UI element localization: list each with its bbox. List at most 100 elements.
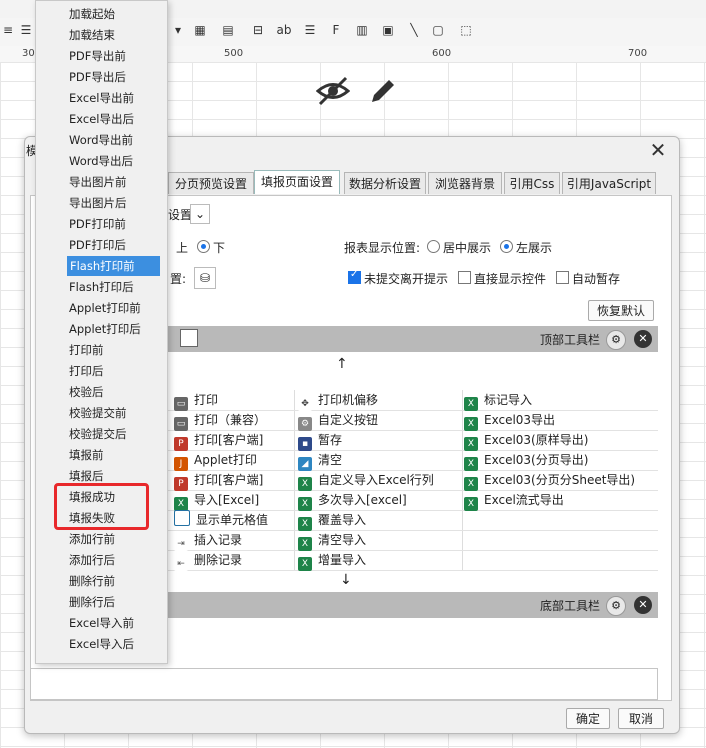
btn-excel03-export[interactable]: X Excel03导出 xyxy=(464,410,555,431)
menu-item[interactable]: 导出图片后 xyxy=(35,193,158,213)
formula-icon[interactable]: F xyxy=(328,22,344,38)
btn-multi-import[interactable]: X 多次导入[excel] xyxy=(298,490,407,511)
format-icon[interactable]: ▦ xyxy=(192,22,208,38)
btn-custom-import-excel[interactable]: X 自定义导入Excel行列 xyxy=(298,470,434,491)
close-circle-icon[interactable]: ✕ xyxy=(634,330,652,348)
btn-overwrite-import[interactable]: X 覆盖导入 xyxy=(298,510,367,531)
menu-item[interactable]: Word导出后 xyxy=(35,151,158,171)
bar-chart-icon[interactable]: ▥ xyxy=(354,22,370,38)
border-icon[interactable]: ⬚ xyxy=(458,22,474,38)
tab-data-analysis[interactable]: 数据分析设置 xyxy=(344,172,426,194)
btn-print[interactable]: ▭ 打印 xyxy=(174,390,218,411)
menu-item[interactable]: 添加行前 xyxy=(35,529,158,549)
menu-item[interactable]: Excel导入后 xyxy=(35,634,158,654)
menu-item[interactable]: 校验后 xyxy=(35,382,158,402)
menu-item[interactable]: 校验提交前 xyxy=(35,403,158,423)
menu-item[interactable]: PDF打印前 xyxy=(35,214,158,234)
btn-delete-record[interactable]: ⇤ 删除记录 xyxy=(174,550,242,571)
cancel-button[interactable]: 取消 xyxy=(618,708,664,729)
btn-excel03-original[interactable]: X Excel03(原样导出) xyxy=(464,430,588,451)
btn-label: 覆盖导入 xyxy=(318,513,367,527)
btn-print-client[interactable]: P 打印[客户端] xyxy=(174,430,263,451)
btn-print-client-2[interactable]: P 打印[客户端] xyxy=(174,470,263,491)
btn-insert-record[interactable]: ⇥ 插入记录 xyxy=(174,530,242,551)
close-circle-icon[interactable]: ✕ xyxy=(634,596,652,614)
btn-import-excel[interactable]: X 导入[Excel] xyxy=(174,490,259,511)
btn-label: 显示单元格值 xyxy=(196,513,269,527)
tab-javascript[interactable]: 引用JavaScript xyxy=(562,172,656,194)
toolbar-preview-icon[interactable] xyxy=(180,329,198,347)
btn-temp-save[interactable]: ▪ 暂存 xyxy=(298,430,343,451)
paint-bucket-icon[interactable]: ⛁ xyxy=(194,267,216,289)
menu-item[interactable]: 填报前 xyxy=(35,445,158,465)
menu-item[interactable]: PDF导出后 xyxy=(35,67,158,87)
menu-item[interactable]: 添加行后 xyxy=(35,550,158,570)
btn-printer-offset[interactable]: ✥ 打印机偏移 xyxy=(298,390,378,411)
paragraph-icon[interactable]: ☰ xyxy=(302,22,318,38)
btn-custom[interactable]: ⚙ 自定义按钮 xyxy=(298,410,378,431)
menu-item[interactable]: Excel导出后 xyxy=(35,109,158,129)
menu-item[interactable]: 加载起始 xyxy=(35,4,158,24)
align-icon[interactable]: ≡ xyxy=(0,22,16,38)
image-icon[interactable]: ▣ xyxy=(380,22,396,38)
window-icon[interactable]: ▢ xyxy=(430,22,446,38)
position-down-radio[interactable] xyxy=(197,240,210,254)
btn-applet-print[interactable]: J Applet打印 xyxy=(174,450,257,471)
dropdown-arrow-icon[interactable]: ▾ xyxy=(170,22,186,38)
menu-item[interactable]: Applet打印前 xyxy=(35,298,158,318)
menu-item[interactable]: Excel导出前 xyxy=(35,88,158,108)
tab-fill-page[interactable]: 填报页面设置 xyxy=(254,170,340,194)
table-icon[interactable]: ▤ xyxy=(220,22,236,38)
menu-item[interactable]: PDF打印后 xyxy=(35,235,158,255)
close-icon[interactable]: ✕ xyxy=(648,140,668,160)
btn-clear[interactable]: ◢ 清空 xyxy=(298,450,343,471)
chevron-down-icon[interactable]: ⌄ xyxy=(190,204,210,224)
direct-show-checkbox[interactable] xyxy=(458,271,471,285)
tab-pagination-preview[interactable]: 分页预览设置 xyxy=(168,172,254,194)
menu-item[interactable]: 加载结束 xyxy=(35,25,158,45)
btn-print-compat[interactable]: ▭ 打印（兼容） xyxy=(174,410,266,431)
menu-item[interactable]: 打印前 xyxy=(35,340,158,360)
menu-item[interactable]: 打印后 xyxy=(35,361,158,381)
btn-label: 暂存 xyxy=(318,433,343,447)
menu-item[interactable]: 导出图片前 xyxy=(35,172,158,192)
btn-excel03-paged[interactable]: X Excel03(分页导出) xyxy=(464,450,588,471)
move-up-arrow-icon[interactable]: ↑ xyxy=(336,356,348,372)
menu-item[interactable]: Word导出前 xyxy=(35,130,158,150)
btn-mark-import[interactable]: X 标记导入 xyxy=(464,390,532,411)
text-ab-icon[interactable]: ab xyxy=(276,22,292,38)
btn-show-cell-value[interactable]: 显示单元格值 xyxy=(174,510,268,530)
btn-excel03-paged-sheet[interactable]: X Excel03(分页分Sheet导出) xyxy=(464,470,635,491)
menu-item[interactable]: 校验提交后 xyxy=(35,424,158,444)
move-down-arrow-icon[interactable]: ↓ xyxy=(340,572,352,588)
btn-incremental-import[interactable]: X 增量导入 xyxy=(298,550,366,571)
menu-item[interactable]: 删除行后 xyxy=(35,592,158,612)
menu-item[interactable]: Flash打印后 xyxy=(35,277,158,297)
excel-icon: X xyxy=(464,417,478,431)
pencil-icon[interactable] xyxy=(368,76,398,114)
setting-combo-label: 设置 xyxy=(168,208,193,222)
unsubmitted-prompt-checkbox[interactable] xyxy=(348,269,361,285)
tab-browser-background[interactable]: 浏览器背景 xyxy=(428,172,502,194)
btn-clear-import[interactable]: X 清空导入 xyxy=(298,530,366,551)
menu-item[interactable]: Applet打印后 xyxy=(35,319,158,339)
menu-item[interactable]: Excel导入前 xyxy=(35,613,158,633)
menu-item[interactable]: Flash打印前 xyxy=(67,256,160,276)
link-icon[interactable]: ⊟ xyxy=(250,22,266,38)
menu-item[interactable]: PDF导出前 xyxy=(35,46,158,66)
restore-default-button[interactable]: 恢复默认 xyxy=(588,300,654,321)
left-show-radio[interactable] xyxy=(500,240,513,254)
auto-save-checkbox[interactable] xyxy=(556,271,569,285)
btn-label: 清空 xyxy=(318,453,343,467)
center-show-radio[interactable] xyxy=(427,240,440,254)
gear-icon[interactable]: ⚙ xyxy=(606,596,626,616)
menu-item[interactable]: 删除行前 xyxy=(35,571,158,591)
hide-eye-icon[interactable] xyxy=(315,76,351,114)
slash-icon[interactable]: ╲ xyxy=(406,22,422,38)
align-justify-icon[interactable]: ☰ xyxy=(18,22,34,38)
direct-show-label: 直接显示控件 xyxy=(474,272,547,286)
tab-css[interactable]: 引用Css xyxy=(504,172,560,194)
ok-button[interactable]: 确定 xyxy=(566,708,610,729)
gear-icon[interactable]: ⚙ xyxy=(606,330,626,350)
btn-excel-stream-export[interactable]: X Excel流式导出 xyxy=(464,490,564,511)
